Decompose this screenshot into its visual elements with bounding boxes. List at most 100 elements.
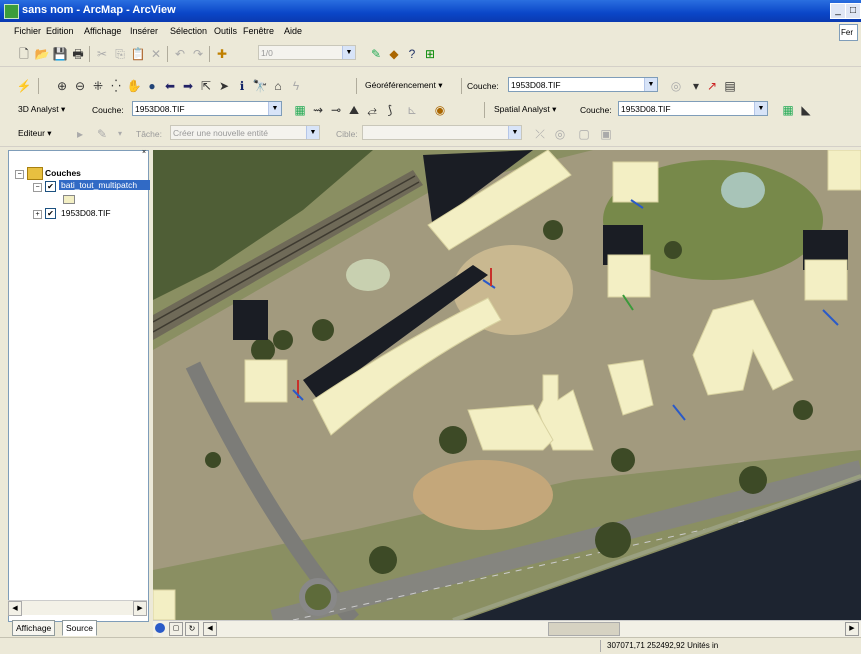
scroll-right-icon[interactable]: ▶ (133, 601, 147, 616)
couche-label: Couche: (92, 105, 124, 115)
scale-combo[interactable]: 1/0 ▼ (258, 45, 356, 60)
attributes-icon[interactable]: ▢ (576, 126, 592, 142)
fixed-zoom-in-icon[interactable]: ⁜ (90, 78, 106, 94)
layer-label[interactable]: bati_tout_multipatch (59, 180, 150, 190)
line-of-sight-icon[interactable]: ⊸ (328, 102, 344, 118)
new-document-icon[interactable]: 🗋 (16, 46, 32, 62)
interpolate-icon[interactable]: ⇝ (310, 102, 326, 118)
layer-checkbox[interactable]: ✔ (45, 208, 56, 219)
georeferencing-menu[interactable]: Géoréférencement ▾ (365, 80, 443, 91)
undo-icon[interactable]: ↶ (172, 46, 188, 62)
right-field[interactable]: Fer (839, 24, 858, 41)
scroll-left-icon[interactable]: ◀ (203, 622, 217, 636)
dropdown-icon[interactable]: ▾ (112, 126, 128, 142)
menu-selection[interactable]: Sélection (170, 26, 207, 36)
georef-layer-combo[interactable]: 1953D08.TIF ▼ (508, 77, 658, 92)
identify-icon[interactable]: ℹ (234, 78, 250, 94)
layout-view-icon[interactable]: ▢ (169, 622, 183, 636)
layer-checkbox[interactable]: ✔ (45, 181, 56, 192)
toc-root-label[interactable]: Couches (45, 168, 81, 178)
sketch-properties-icon[interactable]: ▣ (598, 126, 614, 142)
scroll-thumb[interactable] (548, 622, 620, 636)
separator (484, 102, 485, 118)
create-tin-icon[interactable]: ▦ (292, 102, 308, 118)
georef-label: Géoréférencement (365, 80, 436, 90)
select-features-icon[interactable]: ⇱ (198, 78, 214, 94)
menu-fenetre[interactable]: Fenêtre (243, 26, 274, 36)
split-icon[interactable]: ⤫ (532, 126, 548, 142)
menu-edition[interactable]: Edition (46, 26, 74, 36)
map-horizontal-scrollbar[interactable]: ▢ ↻ ◀ ▶ (153, 620, 861, 637)
forward-icon[interactable]: ➡ (180, 78, 196, 94)
add-data-icon[interactable]: ✚ (214, 46, 230, 62)
refresh-icon[interactable]: ↻ (185, 622, 199, 636)
maximize-button[interactable]: □ (845, 3, 861, 19)
spatial-analyst-menu[interactable]: Spatial Analyst ▾ (494, 104, 556, 115)
task-combo[interactable]: Créer une nouvelle entité ▼ (170, 125, 320, 140)
globe-icon[interactable]: ● (144, 78, 160, 94)
collapse-icon[interactable]: − (15, 170, 24, 179)
3d-layer-combo[interactable]: 1953D08.TIF ▼ (132, 101, 282, 116)
print-icon[interactable]: 🖶 (70, 46, 86, 62)
editor-toolbar-icon[interactable]: ✎ (368, 46, 384, 62)
whats-this-icon[interactable]: ? (404, 46, 420, 62)
add-icon[interactable]: ⊞ (422, 46, 438, 62)
open-icon[interactable]: 📂 (34, 46, 50, 62)
delete-icon[interactable]: ✕ (148, 46, 164, 62)
collapse-icon[interactable]: − (33, 183, 42, 192)
tab-source[interactable]: Source (62, 620, 97, 636)
arctoolbox-icon[interactable]: ◆ (386, 46, 402, 62)
zoom-out-icon[interactable]: ⊖ (72, 78, 88, 94)
measure-icon[interactable]: ⌂ (270, 78, 286, 94)
contour-icon[interactable]: ⟆ (382, 102, 398, 118)
fixed-zoom-out-icon[interactable]: ⁛ (108, 78, 124, 94)
separator (167, 46, 168, 62)
paste-icon[interactable]: 📋 (130, 46, 146, 62)
scroll-left-icon[interactable]: ◀ (8, 601, 22, 616)
menu-fichier[interactable]: Fichier (14, 26, 41, 36)
expand-icon[interactable]: + (33, 210, 42, 219)
building (612, 161, 659, 203)
target-combo[interactable]: ▼ (362, 125, 522, 140)
tab-affichage[interactable]: Affichage (12, 620, 56, 636)
layer-label[interactable]: 1953D08.TIF (61, 208, 111, 218)
zoom-in-icon[interactable]: ⊕ (54, 78, 70, 94)
chevron-down-icon: ▼ (342, 46, 355, 59)
scroll-right-icon[interactable]: ▶ (845, 622, 859, 636)
menu-inserer[interactable]: Insérer (130, 26, 158, 36)
close-icon[interactable]: × (142, 149, 148, 156)
menu-aide[interactable]: Aide (284, 26, 302, 36)
toc-horizontal-scrollbar[interactable]: ◀ ▶ (8, 600, 147, 616)
sketch-tool-icon[interactable]: ✎ (94, 126, 110, 142)
editor-menu[interactable]: Editeur ▾ (18, 128, 52, 139)
cut-icon[interactable]: ✂ (94, 46, 110, 62)
pointer-icon[interactable]: ➤ (216, 78, 232, 94)
edit-tool-icon[interactable]: ▸ (72, 126, 88, 142)
link-table-icon[interactable]: ▤ (722, 78, 738, 94)
rotate-icon[interactable]: ◎ (668, 78, 684, 94)
menu-outils[interactable]: Outils (214, 26, 237, 36)
back-icon[interactable]: ⬅ (162, 78, 178, 94)
pan-icon[interactable]: ⚡ (16, 78, 32, 94)
save-icon[interactable]: 💾 (52, 46, 68, 62)
map-display[interactable] (153, 150, 861, 620)
rotate-icon[interactable]: ◎ (552, 126, 568, 142)
hyperlink-icon[interactable]: ϟ (288, 78, 304, 94)
spatial-layer-combo[interactable]: 1953D08.TIF ▼ (618, 101, 768, 116)
profile-icon[interactable]: ⛰ (346, 102, 362, 118)
find-icon[interactable]: 🔭 (252, 78, 268, 94)
arcscene-icon[interactable]: ◉ (432, 102, 448, 118)
steepest-path-icon[interactable]: ⥄ (364, 102, 380, 118)
copy-icon[interactable]: ⎘ (112, 46, 128, 62)
add-control-points-icon[interactable]: ↗ (704, 78, 720, 94)
3d-analyst-menu[interactable]: 3D Analyst ▾ (18, 104, 65, 115)
hand-icon[interactable]: ✋ (126, 78, 142, 94)
redo-icon[interactable]: ↷ (190, 46, 206, 62)
dropdown-icon[interactable]: ▾ (688, 78, 704, 94)
contour-tool-icon[interactable]: ▦ (780, 102, 796, 118)
histogram-icon[interactable]: ◣ (798, 102, 814, 118)
graph-icon[interactable]: ⊾ (404, 102, 420, 118)
menu-affichage[interactable]: Affichage (84, 26, 121, 36)
minimize-button[interactable]: _ (830, 3, 846, 19)
data-view-icon[interactable] (155, 623, 165, 633)
